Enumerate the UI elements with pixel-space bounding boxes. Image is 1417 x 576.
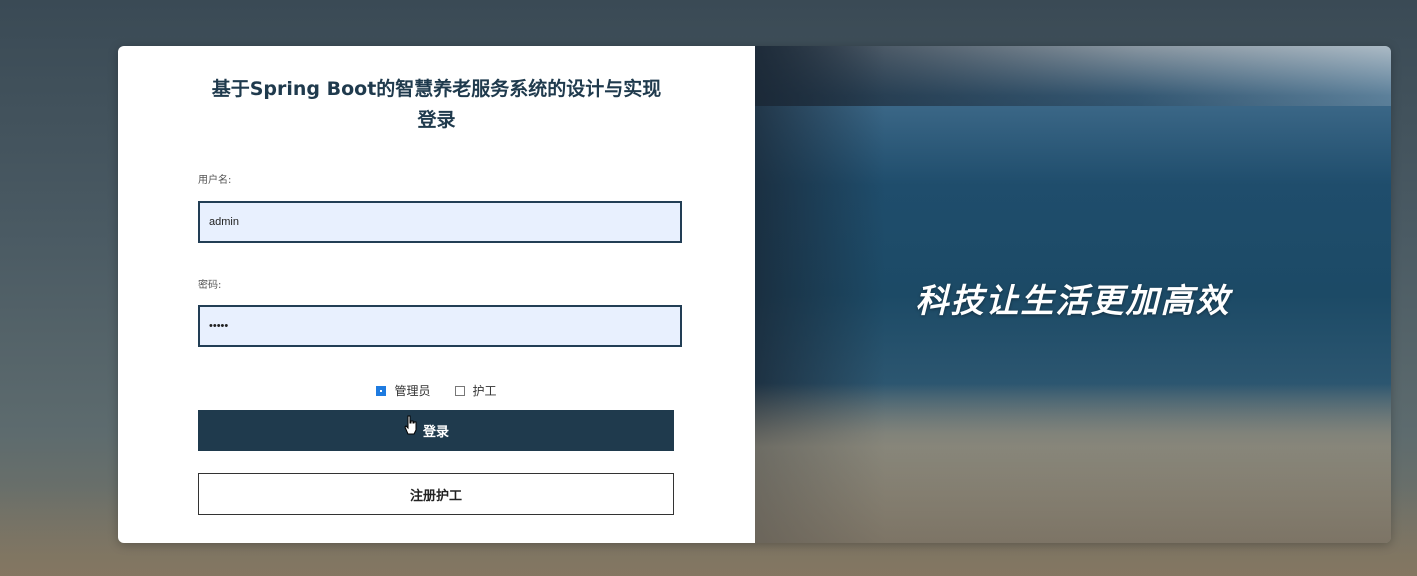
login-heading: 登录 xyxy=(417,109,456,131)
login-button[interactable]: 登录 xyxy=(198,410,674,451)
password-label: 密码: xyxy=(198,280,222,291)
beach-image xyxy=(755,383,1391,543)
role-nurse-label: 护工 xyxy=(472,384,497,398)
banner-slogan: 科技让生活更加高效 xyxy=(915,281,1231,320)
username-input[interactable] xyxy=(198,201,682,243)
login-card: 基于Spring Boot的智慧养老服务系统的设计与实现 登录 用户名: 密码:… xyxy=(118,46,1391,543)
login-panel: 基于Spring Boot的智慧养老服务系统的设计与实现 登录 用户名: 密码:… xyxy=(118,46,755,543)
role-selector: 管理员 护工 xyxy=(118,382,755,399)
system-title: 基于Spring Boot的智慧养老服务系统的设计与实现 xyxy=(211,78,662,100)
register-nurse-button[interactable]: 注册护工 xyxy=(198,473,674,515)
role-admin[interactable]: 管理员 xyxy=(376,382,431,399)
nurse-checkbox[interactable] xyxy=(454,385,465,396)
login-button-label: 登录 xyxy=(422,425,449,440)
admin-checkbox[interactable] xyxy=(376,385,387,396)
password-input[interactable] xyxy=(198,305,682,347)
banner-panel: 科技让生活更加高效 xyxy=(755,46,1391,543)
hand-cursor-icon xyxy=(404,415,417,435)
page-title: 基于Spring Boot的智慧养老服务系统的设计与实现 登录 xyxy=(118,74,755,136)
username-label: 用户名: xyxy=(198,175,232,186)
role-admin-label: 管理员 xyxy=(394,384,431,398)
role-nurse[interactable]: 护工 xyxy=(454,382,497,399)
register-button-label: 注册护工 xyxy=(409,488,462,504)
